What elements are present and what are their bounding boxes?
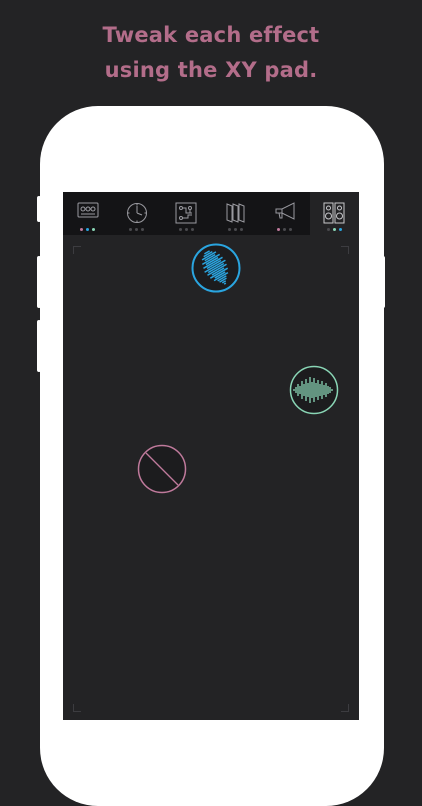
pad-corner (341, 246, 349, 254)
pad-corner (73, 246, 81, 254)
circuit-icon (175, 202, 197, 224)
panels-icon (226, 203, 245, 223)
blue-waveform-knob[interactable] (191, 243, 241, 293)
tab-dots (326, 228, 342, 231)
tab-reverb[interactable] (211, 192, 260, 235)
tab-dots (228, 228, 244, 231)
tab-tape[interactable] (63, 192, 112, 235)
tab-dots (80, 228, 96, 231)
effects-toolbar (63, 192, 359, 235)
pad-corner (73, 704, 81, 712)
tab-dots (129, 228, 145, 231)
app-screen (63, 192, 359, 720)
tab-speakers[interactable] (309, 192, 359, 235)
headline-line-2: using the XY pad. (104, 58, 318, 82)
clock-icon (126, 203, 147, 223)
waveform-icon (289, 365, 339, 415)
tape-icon (77, 202, 99, 218)
tab-dots (178, 228, 194, 231)
headline-line-1: Tweak each effect (102, 23, 320, 47)
waveform-icon (191, 243, 241, 293)
disabled-icon (137, 444, 187, 494)
speakers-icon (323, 202, 345, 224)
tab-delay[interactable] (112, 192, 161, 235)
pink-disabled-knob[interactable] (137, 444, 187, 494)
green-waveform-knob[interactable] (289, 365, 339, 415)
tab-distortion[interactable] (162, 192, 211, 235)
tab-dots (277, 228, 293, 231)
tab-megaphone[interactable] (260, 192, 309, 235)
megaphone-icon (275, 202, 295, 220)
pad-corner (341, 704, 349, 712)
